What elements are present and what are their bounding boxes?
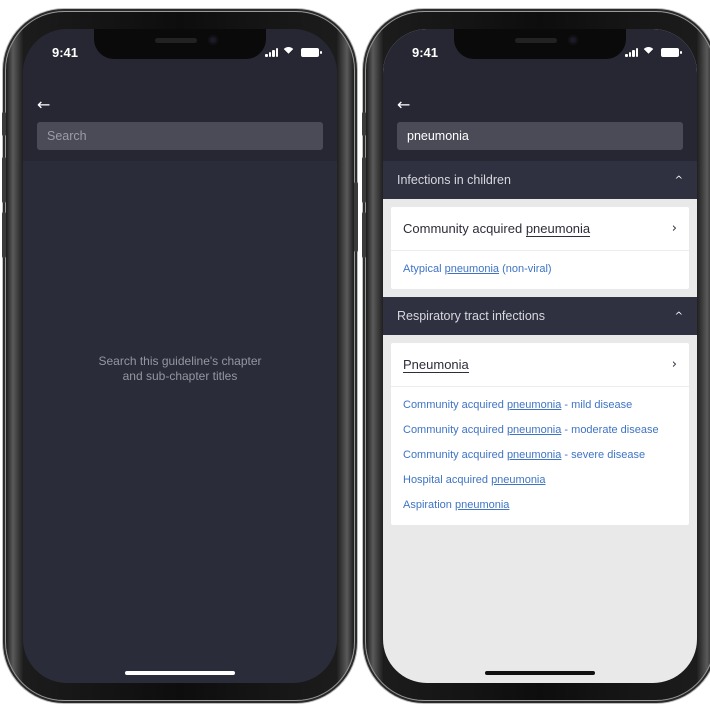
result-main-community-acquired-pneumonia[interactable]: Community acquired pneumonia › [391, 207, 689, 251]
result-sub-link[interactable]: Aspiration pneumonia [391, 499, 689, 511]
wifi-icon [642, 47, 655, 57]
highlight-term: Pneumonia [403, 357, 469, 373]
section-header-infections-in-children[interactable]: Infections in children ^ [383, 161, 697, 199]
sub-results: Community acquired pneumonia - mild dise… [391, 387, 689, 525]
search-input[interactable] [37, 122, 323, 150]
chevron-right-icon: › [671, 357, 677, 372]
section-header-respiratory-tract-infections[interactable]: Respiratory tract infections ^ [383, 297, 697, 335]
section-title: Respiratory tract infections [397, 309, 545, 323]
signal-icon [265, 48, 278, 57]
screen-right: 9:41 ← Infections in children ^ Communit… [383, 29, 697, 683]
speaker [155, 38, 197, 43]
notch [94, 29, 266, 59]
chevron-right-icon: › [671, 221, 677, 236]
battery-icon [301, 48, 322, 57]
section-title: Infections in children [397, 173, 511, 187]
search-header: ← [23, 73, 337, 161]
results-card: Community acquired pneumonia › Atypical … [391, 207, 689, 289]
mute-switch [2, 112, 6, 136]
phone-frame-right: 9:41 ← Infections in children ^ Communit… [362, 12, 710, 700]
camera [568, 35, 578, 45]
battery-icon [661, 48, 682, 57]
speaker [515, 38, 557, 43]
result-main-label: Community acquired pneumonia [403, 221, 591, 237]
search-results: Infections in children ^ Community acqui… [383, 161, 697, 533]
volume-up-button [362, 157, 366, 203]
wifi-icon [282, 47, 295, 57]
chevron-up-icon: ^ [674, 310, 683, 322]
screen-left: 9:41 ← Search this guideline's chapter a… [23, 29, 337, 683]
status-time: 9:41 [412, 45, 439, 60]
volume-down-button [362, 212, 366, 258]
result-sub-link[interactable]: Hospital acquired pneumonia [391, 474, 689, 486]
result-main-label: Pneumonia [403, 357, 469, 373]
search-header: ← [383, 73, 697, 161]
status-time: 9:41 [52, 45, 79, 60]
mute-switch [362, 112, 366, 136]
back-arrow-icon[interactable]: ← [37, 95, 50, 114]
result-sub-link[interactable]: Atypical pneumonia (non-viral) [391, 263, 689, 275]
camera [208, 35, 218, 45]
notch [454, 29, 626, 59]
result-sub-link[interactable]: Community acquired pneumonia - moderate … [391, 424, 689, 436]
power-button [354, 182, 358, 252]
phone-frame-left: 9:41 ← Search this guideline's chapter a… [2, 12, 358, 700]
result-sub-link[interactable]: Community acquired pneumonia - mild dise… [391, 399, 689, 411]
result-main-pneumonia[interactable]: Pneumonia › [391, 343, 689, 387]
chevron-up-icon: ^ [674, 174, 683, 186]
result-sub-link[interactable]: Community acquired pneumonia - severe di… [391, 449, 689, 461]
volume-up-button [2, 157, 6, 203]
back-arrow-icon[interactable]: ← [397, 95, 410, 114]
empty-search-hint: Search this guideline's chapter and sub-… [98, 354, 262, 383]
volume-down-button [2, 212, 6, 258]
signal-icon [625, 48, 638, 57]
home-indicator[interactable] [485, 671, 595, 675]
results-card: Pneumonia › Community acquired pneumonia… [391, 343, 689, 525]
highlight-term: pneumonia [525, 221, 591, 237]
search-input[interactable] [397, 122, 683, 150]
status-icons [625, 47, 682, 57]
status-icons [265, 47, 322, 57]
home-indicator[interactable] [125, 671, 235, 675]
sub-results: Atypical pneumonia (non-viral) [391, 251, 689, 289]
